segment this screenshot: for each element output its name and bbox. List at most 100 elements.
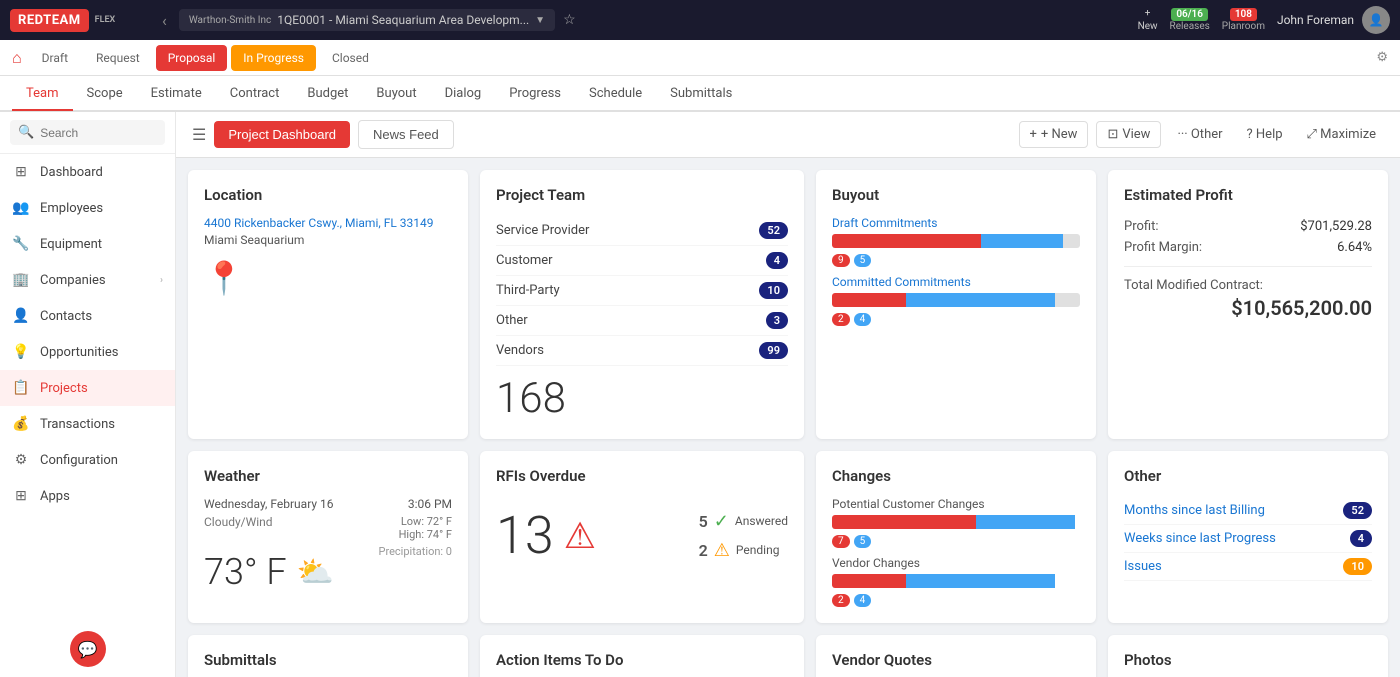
settings-icon[interactable]: ⚙	[1376, 50, 1388, 65]
service-provider-count: 52	[759, 222, 788, 239]
draft-bar-gray	[1063, 234, 1080, 248]
rfi-answered: 5 ✓ Answered	[699, 511, 788, 532]
sidebar-item-apps[interactable]: ⊞ Apps	[0, 478, 175, 514]
releases-button[interactable]: 06/16 Releases	[1170, 8, 1210, 32]
transaction-icon: 💰	[12, 415, 30, 433]
tools-icon: 🔧	[12, 235, 30, 253]
sidebar-item-configuration[interactable]: ⚙ Configuration	[0, 442, 175, 478]
view-button[interactable]: ⊡ View	[1096, 121, 1161, 148]
sidebar-item-transactions[interactable]: 💰 Transactions	[0, 406, 175, 442]
committed-bar-red	[832, 293, 906, 307]
team-total: 168	[496, 374, 788, 423]
estimated-profit-title: Estimated Profit	[1124, 186, 1372, 204]
rfi-pending-icon: ⚠	[714, 540, 730, 561]
rfis-count-display: 13 ⚠	[496, 505, 596, 566]
opportunity-icon: 💡	[12, 343, 30, 361]
maximize-button[interactable]: ⤢ Maximize	[1299, 122, 1384, 147]
rfis-card: RFIs Overdue 13 ⚠ 5 ✓ Answered 2	[480, 451, 804, 623]
sidebar-item-projects[interactable]: 📋 Projects	[0, 370, 175, 406]
other-label: ··· Other	[1177, 127, 1222, 142]
project-dashboard-button[interactable]: Project Dashboard	[214, 121, 350, 148]
sidebar-item-employees[interactable]: 👥 Employees	[0, 190, 175, 226]
other-card: Other Months since last Billing 52 Weeks…	[1108, 451, 1388, 623]
nav-tab-progress[interactable]: Progress	[495, 78, 575, 111]
news-feed-button[interactable]: News Feed	[358, 120, 454, 149]
planroom-button[interactable]: 108 Planroom	[1222, 8, 1265, 32]
sidebar-item-contacts[interactable]: 👤 Contacts	[0, 298, 175, 334]
tab-in-progress[interactable]: In Progress	[231, 45, 316, 71]
project-selector[interactable]: Warthon-Smith Inc 1QE0001 - Miami Seaqua…	[179, 9, 555, 31]
months-billing-link[interactable]: Months since last Billing	[1124, 503, 1343, 518]
location-title: Location	[204, 186, 452, 204]
contract-label: Total Modified Contract:	[1124, 278, 1263, 293]
committed-label[interactable]: Committed Commitments	[832, 275, 1080, 289]
nav-tab-estimate[interactable]: Estimate	[137, 78, 216, 111]
help-label: ? Help	[1247, 127, 1283, 142]
config-icon: ⚙	[12, 451, 30, 469]
vendors-count: 99	[759, 342, 788, 359]
grid-icon: ⊞	[12, 163, 30, 181]
search-input[interactable]	[40, 126, 157, 140]
vendor-bar-red	[832, 574, 906, 588]
location-address[interactable]: 4400 Rickenbacker Cswy., Miami, FL 33149	[204, 216, 434, 230]
margin-value: 6.64%	[1337, 240, 1372, 255]
sidebar-item-opportunities[interactable]: 💡 Opportunities	[0, 334, 175, 370]
nav-tab-team[interactable]: Team	[12, 78, 73, 111]
menu-icon[interactable]: ☰	[192, 125, 206, 144]
help-button[interactable]: ? Help	[1239, 122, 1291, 147]
nav-tab-budget[interactable]: Budget	[293, 78, 362, 111]
tab-request[interactable]: Request	[84, 45, 152, 71]
weather-temp: 73° F	[204, 551, 287, 593]
other-title: Other	[1124, 467, 1372, 485]
tab-proposal[interactable]: Proposal	[156, 45, 228, 71]
map-pin-icon: 📍	[204, 259, 452, 297]
nav-tab-scope[interactable]: Scope	[73, 78, 137, 111]
chevron-right-icon: ›	[160, 275, 163, 286]
nav-tab-contract[interactable]: Contract	[216, 78, 294, 111]
status-tabs-bar: ⌂ Draft Request Proposal In Progress Clo…	[0, 40, 1400, 76]
sidebar-item-dashboard[interactable]: ⊞ Dashboard	[0, 154, 175, 190]
tab-draft[interactable]: Draft	[30, 45, 80, 71]
new-action-button[interactable]: + + New	[1019, 121, 1089, 148]
nav-tab-schedule[interactable]: Schedule	[575, 78, 656, 111]
issues-link[interactable]: Issues	[1124, 559, 1343, 574]
sidebar-item-equipment[interactable]: 🔧 Equipment	[0, 226, 175, 262]
user-menu[interactable]: John Foreman 👤	[1277, 6, 1390, 34]
planroom-label: Planroom	[1222, 21, 1265, 32]
chat-button[interactable]: 💬	[0, 621, 175, 677]
draft-commitments-label[interactable]: Draft Commitments	[832, 216, 1080, 230]
weeks-progress-link[interactable]: Weeks since last Progress	[1124, 531, 1350, 546]
committed-red-val: 2	[832, 313, 850, 326]
other-button[interactable]: ··· Other	[1169, 122, 1230, 147]
nav-tab-buyout[interactable]: Buyout	[362, 78, 430, 111]
logo[interactable]: REDTEAM	[10, 9, 89, 32]
rfi-check-icon: ✓	[714, 511, 729, 532]
photos-title: Photos	[1124, 651, 1372, 669]
profit-label: Profit:	[1124, 219, 1159, 234]
nav-back-arrow[interactable]: ‹	[158, 11, 171, 30]
sidebar-item-companies[interactable]: 🏢 Companies ›	[0, 262, 175, 298]
rfis-count: 13	[496, 505, 554, 566]
vendor-changes-label: Vendor Changes	[832, 556, 1080, 570]
buyout-card: Buyout Draft Commitments 9 5 Committed C…	[816, 170, 1096, 439]
new-button[interactable]: + New	[1138, 8, 1158, 32]
draft-blue-val: 5	[854, 254, 872, 267]
nav-tab-submittals[interactable]: Submittals	[656, 78, 746, 111]
potential-changes-label: Potential Customer Changes	[832, 497, 1080, 511]
sidebar-label-configuration: Configuration	[40, 453, 118, 468]
other-team-count: 3	[766, 312, 788, 329]
vendor-red-val: 2	[832, 594, 850, 607]
favorite-icon[interactable]: ☆	[563, 12, 576, 28]
main-layout: 🔍 ⊞ Dashboard 👥 Employees 🔧 Equipment 🏢 …	[0, 112, 1400, 677]
draft-red-val: 9	[832, 254, 850, 267]
rfi-answered-count: 5	[699, 512, 708, 531]
new-label: New	[1138, 21, 1158, 32]
other-team-label: Other	[496, 313, 766, 328]
team-row-other: Other 3	[496, 306, 788, 336]
nav-tab-dialog[interactable]: Dialog	[431, 78, 496, 111]
location-card: Location 4400 Rickenbacker Cswy., Miami,…	[188, 170, 468, 439]
home-icon[interactable]: ⌂	[12, 48, 22, 68]
search-box[interactable]: 🔍	[10, 120, 165, 145]
buyout-title: Buyout	[832, 186, 1080, 204]
tab-closed[interactable]: Closed	[320, 45, 381, 71]
